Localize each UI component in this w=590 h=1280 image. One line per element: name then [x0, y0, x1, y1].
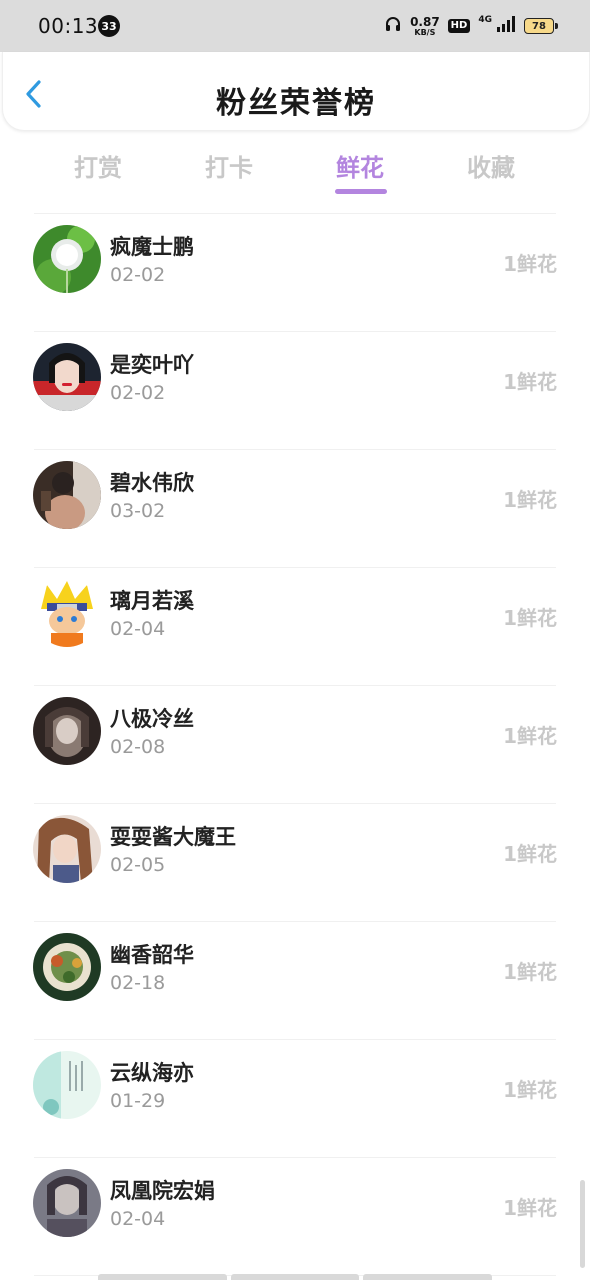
gesture-segment: [230, 1274, 360, 1280]
divider: [34, 567, 556, 568]
divider: [34, 213, 556, 214]
status-indicators: 0.87 KB/S HD 4G 78: [384, 12, 558, 40]
fan-date: 02-04: [110, 618, 166, 640]
list-item[interactable]: 凤凰院宏娟 02-04 1鲜花: [0, 1157, 590, 1275]
fan-name: 八极冷丝: [110, 707, 194, 731]
net-speed: 0.87 KB/S: [410, 16, 440, 37]
list-item[interactable]: 是奕叶吖 02-02 1鲜花: [0, 331, 590, 449]
fan-name: 璃月若溪: [110, 589, 194, 613]
fan-name: 疯魔士鹏: [110, 235, 194, 259]
avatar[interactable]: [33, 225, 101, 293]
fan-date: 03-02: [110, 500, 166, 522]
avatar[interactable]: [33, 1169, 101, 1237]
tab-checkin[interactable]: 打卡: [169, 148, 289, 183]
flower-count: 1鲜花: [503, 1196, 557, 1220]
divider: [34, 685, 556, 686]
list-item[interactable]: 璃月若溪 02-04 1鲜花: [0, 567, 590, 685]
signal-icon: [496, 16, 516, 36]
avatar[interactable]: [33, 697, 101, 765]
fan-date: 02-02: [110, 382, 166, 404]
fan-name: 凤凰院宏娟: [110, 1179, 215, 1203]
net-speed-value: 0.87: [410, 14, 440, 29]
fan-date: 02-05: [110, 854, 166, 876]
avatar[interactable]: [33, 579, 101, 647]
scrollbar[interactable]: [580, 1180, 585, 1268]
flower-count: 1鲜花: [503, 252, 557, 276]
divider: [34, 1039, 556, 1040]
avatar[interactable]: [33, 1051, 101, 1119]
flower-count: 1鲜花: [503, 488, 557, 512]
fan-date: 02-04: [110, 1208, 166, 1230]
divider: [34, 803, 556, 804]
flower-count: 1鲜花: [503, 960, 557, 984]
tab-bar: 打赏 打卡 鲜花 收藏: [0, 140, 590, 200]
tab-flowers[interactable]: 鲜花: [300, 148, 420, 183]
divider: [34, 449, 556, 450]
fan-date: 01-29: [110, 1090, 166, 1112]
flower-count: 1鲜花: [503, 724, 557, 748]
gesture-segment: [98, 1274, 227, 1280]
fan-name: 耍耍酱大魔王: [110, 825, 236, 849]
list-item[interactable]: 云纵海亦 01-29 1鲜花: [0, 1039, 590, 1157]
divider: [34, 331, 556, 332]
tab-favorites[interactable]: 收藏: [431, 148, 551, 183]
divider: [34, 921, 556, 922]
fan-name: 云纵海亦: [110, 1061, 194, 1085]
fan-name: 幽香韶华: [110, 943, 194, 967]
net-speed-unit: KB/S: [414, 27, 436, 37]
list-item[interactable]: 耍耍酱大魔王 02-05 1鲜花: [0, 803, 590, 921]
avatar[interactable]: [33, 933, 101, 1001]
notification-count-badge: 33: [98, 15, 120, 37]
battery-icon: 78: [524, 18, 558, 34]
fan-name: 是奕叶吖: [110, 353, 194, 377]
headphones-icon: [384, 15, 402, 37]
list-item[interactable]: 疯魔士鹏 02-02 1鲜花: [0, 213, 590, 331]
avatar[interactable]: [33, 815, 101, 883]
tab-tip[interactable]: 打赏: [38, 148, 158, 183]
flower-count: 1鲜花: [503, 1078, 557, 1102]
fan-date: 02-18: [110, 972, 166, 994]
fan-date: 02-02: [110, 264, 166, 286]
fan-name: 碧水伟欣: [110, 471, 194, 495]
list-item[interactable]: 八极冷丝 02-08 1鲜花: [0, 685, 590, 803]
bottom-gesture-bar: [98, 1274, 493, 1280]
active-tab-indicator: [335, 189, 387, 194]
avatar[interactable]: [33, 343, 101, 411]
fan-date: 02-08: [110, 736, 166, 758]
divider: [34, 1157, 556, 1158]
flower-count: 1鲜花: [503, 370, 557, 394]
page-title: 粉丝荣誉榜: [216, 86, 376, 121]
status-time: 00:13: [38, 14, 99, 38]
list-item[interactable]: 碧水伟欣 03-02 1鲜花: [0, 449, 590, 567]
hd-badge: HD: [447, 19, 471, 33]
network-type: 4G: [478, 15, 492, 25]
gesture-segment: [363, 1274, 493, 1280]
avatar[interactable]: [33, 461, 101, 529]
header: 粉丝荣誉榜: [2, 52, 590, 131]
flower-count: 1鲜花: [503, 606, 557, 630]
status-bar: 00:13 33 0.87 KB/S HD 4G 78: [0, 0, 590, 52]
flower-count: 1鲜花: [503, 842, 557, 866]
battery-level: 78: [532, 20, 546, 32]
list-item[interactable]: 幽香韶华 02-18 1鲜花: [0, 921, 590, 1039]
